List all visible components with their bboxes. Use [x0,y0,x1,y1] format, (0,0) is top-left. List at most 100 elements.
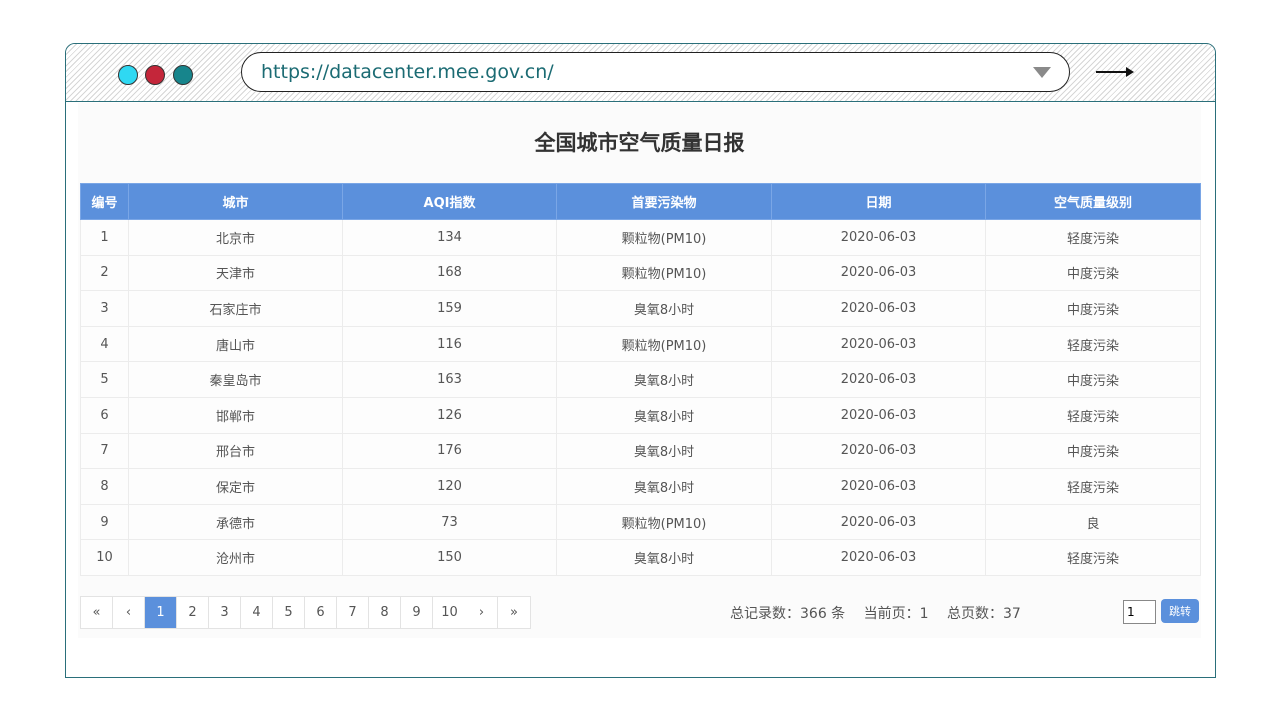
cell-no: 5 [80,361,129,398]
table-row: 2 天津市 168 颗粒物(PM10) 2020-06-03 中度污染 [80,254,1201,292]
table-row: 4 唐山市 116 颗粒物(PM10) 2020-06-03 轻度污染 [80,325,1201,363]
cell-level: 中度污染 [985,254,1201,292]
last-page-button[interactable]: » [498,597,530,628]
cell-pollutant: 颗粒物(PM10) [556,219,772,256]
page-button-9[interactable]: 9 [401,597,433,628]
current-page: 当前页：1 [863,606,929,622]
page-button-1[interactable]: 1 [145,597,177,628]
page-button-3[interactable]: 3 [209,597,241,628]
table-row: 7 邢台市 176 臭氧8小时 2020-06-03 中度污染 [80,432,1201,470]
cell-city[interactable]: 北京市 [128,219,343,256]
browser-titlebar: https://datacenter.mee.gov.cn/ [66,44,1215,102]
table-body: 1 北京市 134 颗粒物(PM10) 2020-06-03 轻度污染 2 天津市 168 颗粒物… [80,219,1201,576]
cell-aqi: 163 [342,361,557,398]
first-page-button[interactable]: « [81,597,113,628]
table-row: 5 秦皇岛市 163 臭氧8小时 2020-06-03 中度污染 [80,361,1201,398]
cell-city[interactable]: 邢台市 [128,432,343,470]
cell-pollutant: 臭氧8小时 [556,290,772,327]
cell-date: 2020-06-03 [771,219,986,256]
cell-level: 轻度污染 [985,539,1201,576]
cell-date: 2020-06-03 [771,325,986,363]
table-header-row: 编号 城市 AQI指数 首要污染物 日期 空气质量级别 [80,183,1201,220]
cell-no: 10 [80,539,129,576]
page-button-10[interactable]: 10 [433,597,466,628]
cell-city[interactable]: 秦皇岛市 [128,361,343,398]
column-header-level[interactable]: 空气质量级别 [985,183,1201,220]
column-header-pollutant[interactable]: 首要污染物 [556,183,772,220]
cell-level: 轻度污染 [985,325,1201,363]
cell-level: 轻度污染 [985,219,1201,256]
cell-date: 2020-06-03 [771,468,986,505]
cell-no: 4 [80,325,129,363]
window-control-teal[interactable] [173,65,193,85]
cell-date: 2020-06-03 [771,539,986,576]
cell-level: 轻度污染 [985,468,1201,505]
page-button-7[interactable]: 7 [337,597,369,628]
cell-date: 2020-06-03 [771,254,986,292]
next-page-button[interactable]: › [466,597,498,628]
cell-no: 1 [80,219,129,256]
cell-aqi: 120 [342,468,557,505]
jump-button[interactable]: 跳转 [1161,599,1199,623]
cell-city[interactable]: 唐山市 [128,325,343,363]
table-row: 9 承德市 73 颗粒物(PM10) 2020-06-03 良 [80,503,1201,541]
cell-city[interactable]: 保定市 [128,468,343,505]
cell-pollutant: 臭氧8小时 [556,361,772,398]
cell-level: 良 [985,503,1201,541]
page-title: 全国城市空气质量日报 [534,131,745,155]
prev-page-button[interactable]: ‹ [113,597,145,628]
column-header-no[interactable]: 编号 [80,183,129,220]
cell-aqi: 176 [342,432,557,470]
cell-no: 6 [80,396,129,434]
cell-date: 2020-06-03 [771,503,986,541]
cell-pollutant: 颗粒物(PM10) [556,325,772,363]
cell-aqi: 116 [342,325,557,363]
cell-city[interactable]: 沧州市 [128,539,343,576]
pagination: « ‹ 1 2 3 4 5 6 7 8 9 10 › » [80,596,531,629]
cell-date: 2020-06-03 [771,290,986,327]
page-button-2[interactable]: 2 [177,597,209,628]
table-row: 10 沧州市 150 臭氧8小时 2020-06-03 轻度污染 [80,539,1201,576]
page-button-4[interactable]: 4 [241,597,273,628]
cell-pollutant: 臭氧8小时 [556,539,772,576]
address-bar[interactable]: https://datacenter.mee.gov.cn/ [241,52,1070,92]
table-row: 1 北京市 134 颗粒物(PM10) 2020-06-03 轻度污染 [80,219,1201,256]
url-text[interactable]: https://datacenter.mee.gov.cn/ [261,61,554,83]
window-control-red[interactable] [145,65,165,85]
jump-page-input[interactable] [1123,600,1156,624]
cell-aqi: 126 [342,396,557,434]
cell-no: 7 [80,432,129,470]
cell-aqi: 150 [342,539,557,576]
cell-pollutant: 颗粒物(PM10) [556,254,772,292]
cell-date: 2020-06-03 [771,396,986,434]
column-header-date[interactable]: 日期 [771,183,986,220]
page-button-8[interactable]: 8 [369,597,401,628]
go-arrow-icon[interactable] [1096,64,1134,80]
cell-date: 2020-06-03 [771,432,986,470]
column-header-city[interactable]: 城市 [128,183,343,220]
window-control-cyan[interactable] [118,65,138,85]
cell-city[interactable]: 石家庄市 [128,290,343,327]
cell-level: 轻度污染 [985,396,1201,434]
cell-aqi: 73 [342,503,557,541]
dropdown-caret-icon[interactable] [1033,67,1051,78]
cell-city[interactable]: 邯郸市 [128,396,343,434]
table-row: 3 石家庄市 159 臭氧8小时 2020-06-03 中度污染 [80,290,1201,327]
cell-pollutant: 颗粒物(PM10) [556,503,772,541]
total-records: 总记录数：366 条 [730,606,846,622]
column-header-aqi[interactable]: AQI指数 [342,183,557,220]
cell-level: 中度污染 [985,432,1201,470]
cell-no: 3 [80,290,129,327]
cell-level: 中度污染 [985,290,1201,327]
cell-city[interactable]: 天津市 [128,254,343,292]
table-row: 8 保定市 120 臭氧8小时 2020-06-03 轻度污染 [80,468,1201,505]
total-pages: 总页数：37 [947,606,1021,622]
page-button-6[interactable]: 6 [305,597,337,628]
cell-pollutant: 臭氧8小时 [556,396,772,434]
cell-aqi: 134 [342,219,557,256]
cell-no: 9 [80,503,129,541]
cell-city[interactable]: 承德市 [128,503,343,541]
cell-no: 2 [80,254,129,292]
page-button-5[interactable]: 5 [273,597,305,628]
cell-pollutant: 臭氧8小时 [556,432,772,470]
